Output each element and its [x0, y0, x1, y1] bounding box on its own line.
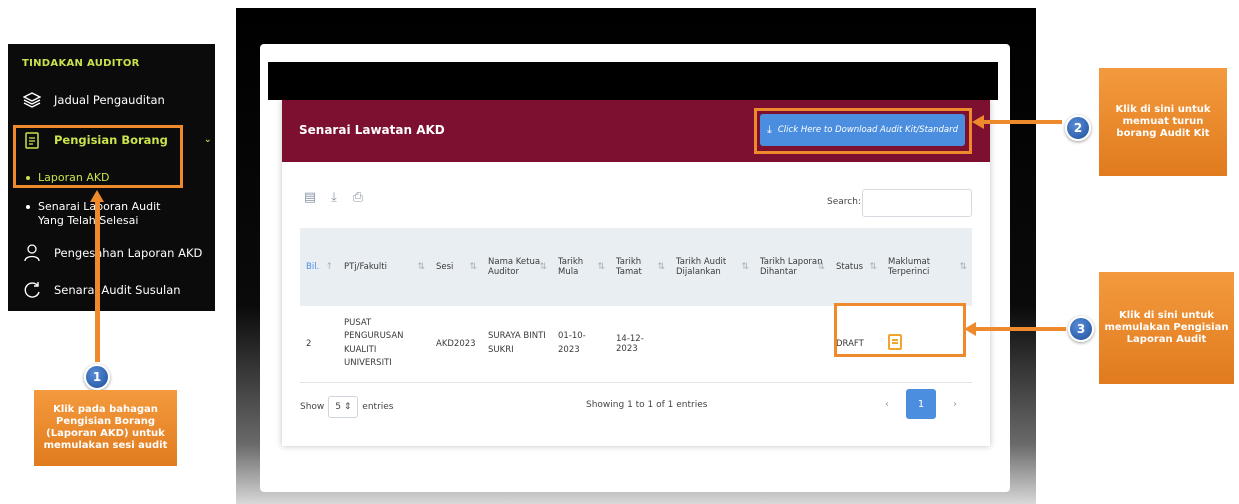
bullet-icon	[26, 205, 30, 209]
highlight-box-3	[834, 303, 966, 357]
column-header[interactable]: PTj/Fakulti ⇅	[338, 228, 430, 306]
sidebar-item-pengesahan[interactable]: Pengesahan Laporan AKD	[22, 243, 202, 263]
search-input[interactable]	[862, 189, 972, 217]
column-header[interactable]: Bil. ↑	[300, 228, 338, 306]
sidebar-sub-senarai-laporan[interactable]: Senarai Laporan Audit Yang Telah Selesai	[26, 200, 160, 229]
connector-line-2	[982, 120, 1062, 124]
column-header[interactable]: Nama Ketua Auditor ⇅	[482, 228, 552, 306]
show-entries: Show 5 ⇕ entries	[300, 396, 394, 418]
column-header[interactable]: Sesi ⇅	[430, 228, 482, 306]
chevron-down-icon: ⌄	[204, 135, 212, 145]
entries-select[interactable]: 5 ⇕	[328, 396, 359, 418]
callout-1: Klik pada bahagan Pengisian Borang (Lapo…	[34, 390, 177, 466]
callout-2: Klik di sini untuk memuat turun borang A…	[1099, 68, 1227, 176]
column-header[interactable]: Tarikh Audit Dijalankan ⇅	[670, 228, 754, 306]
frame-inner: Senarai Lawatan AKD ⤓ Click Here to Down…	[260, 44, 1010, 492]
column-header[interactable]: Maklumat Terperinci ⇅	[882, 228, 972, 306]
sidebar-item-jadual[interactable]: Jadual Pengauditan	[22, 90, 165, 110]
column-header[interactable]: Tarikh Laporan Dihantar ⇅	[754, 228, 830, 306]
print-icon[interactable]: ⎙	[350, 188, 366, 206]
file-icon[interactable]: ▤	[302, 188, 318, 206]
cell-tamat: 14-12-2023	[610, 306, 670, 383]
sidebar-item-label: Pengesahan Laporan AKD	[54, 246, 203, 260]
connector-line-3	[974, 327, 1066, 331]
export-tools: ▤ ⤓ ⎙	[302, 188, 366, 206]
sidebar-item-senarai-audit[interactable]: Senarai Audit Susulan	[22, 280, 181, 300]
lawatan-panel: Senarai Lawatan AKD ⤓ Click Here to Down…	[282, 100, 990, 446]
column-header[interactable]: Status ⇅	[830, 228, 882, 306]
cell-ketua: SURAYA BINTI SUKRI	[482, 306, 552, 383]
download-audit-kit-button[interactable]: ⤓ Click Here to Download Audit Kit/Stand…	[760, 114, 965, 146]
table-info: Showing 1 to 1 of 1 entries	[586, 400, 708, 410]
cell-bil: 2	[300, 306, 338, 383]
sidebar-title: TINDAKAN AUDITOR	[22, 58, 140, 69]
step-number-1: 1	[84, 364, 110, 390]
connector-line-1	[95, 202, 100, 362]
user-icon	[22, 243, 42, 263]
search-label: Search:	[827, 197, 861, 207]
column-header[interactable]: Tarikh Mula ⇅	[552, 228, 610, 306]
cell-ptj: PUSAT PENGURUSAN KUALITI UNIVERSITI	[338, 306, 430, 383]
callout-3: Klik di sini untuk memulakan Pengisian L…	[1099, 272, 1234, 384]
sidebar-item-label: Senarai Audit Susulan	[54, 283, 181, 297]
arrow-up-icon	[90, 190, 104, 202]
layers-icon	[22, 90, 42, 110]
step-number-3: 3	[1068, 316, 1094, 342]
prev-page-button[interactable]: ‹	[872, 389, 902, 419]
panel-header: Senarai Lawatan AKD ⤓ Click Here to Down…	[282, 100, 990, 162]
refresh-icon	[22, 280, 42, 300]
pagination: ‹ 1 ›	[872, 389, 970, 419]
step-number-2: 2	[1065, 115, 1091, 141]
sidebar: TINDAKAN AUDITOR Jadual Pengauditan Peng…	[8, 44, 215, 311]
page-button[interactable]: 1	[906, 389, 936, 419]
download-icon: ⤓	[766, 123, 772, 136]
highlight-box-1	[13, 125, 183, 188]
cell-sesi: AKD2023	[430, 306, 482, 383]
panel-title: Senarai Lawatan AKD	[299, 123, 445, 137]
download-icon[interactable]: ⤓	[326, 188, 342, 206]
cell-dihantar	[754, 306, 830, 383]
next-page-button[interactable]: ›	[940, 389, 970, 419]
cell-mula: 01-10-2023	[552, 306, 610, 383]
top-bar	[268, 62, 998, 100]
column-header[interactable]: Tarikh Tamat ⇅	[610, 228, 670, 306]
sidebar-item-label: Jadual Pengauditan	[54, 93, 165, 107]
cell-dijalankan	[670, 306, 754, 383]
main-frame: Senarai Lawatan AKD ⤓ Click Here to Down…	[236, 8, 1036, 504]
